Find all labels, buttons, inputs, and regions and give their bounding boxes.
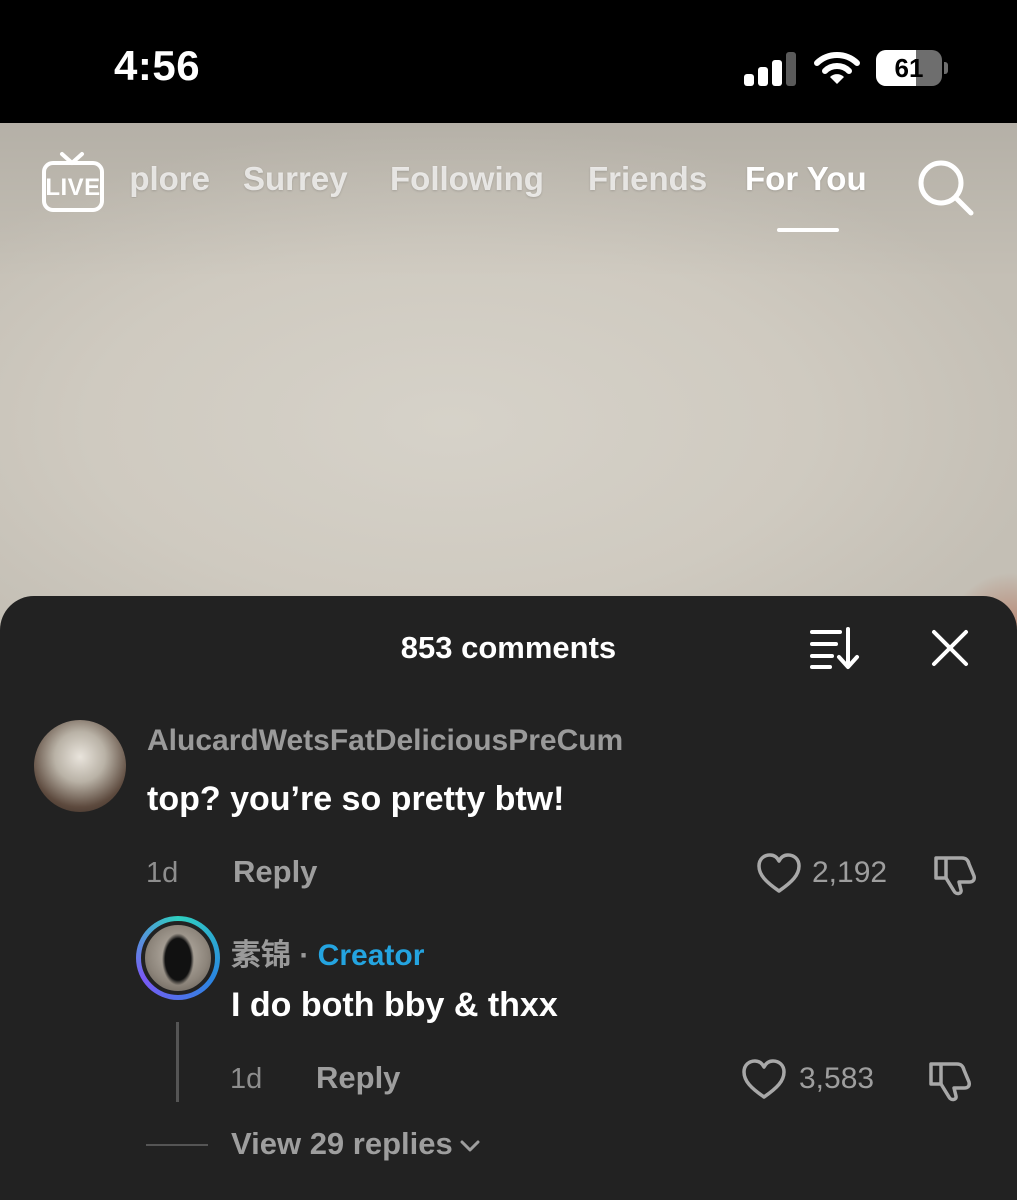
status-bar: 4:56 61 [0, 0, 1017, 123]
live-label: LIVE [45, 174, 101, 201]
reply-username[interactable]: 素锦 [231, 939, 291, 972]
chevron-down-icon [460, 1140, 480, 1152]
commenter-avatar[interactable] [34, 720, 126, 812]
comments-count-title: 853 comments [400, 630, 617, 665]
tab-for-you[interactable]: For You [745, 160, 867, 198]
cellular-signal-icon [744, 52, 796, 86]
author-separator: · [291, 939, 318, 972]
comment-reply-button[interactable]: Reply [233, 854, 317, 890]
battery-percent: 61 [894, 53, 924, 83]
commenter-username[interactable]: AlucardWetsFatDeliciousPreCum [147, 724, 623, 758]
top-navigation: LIVE plore Surrey Following Friends For … [0, 140, 1017, 240]
wifi-icon [814, 52, 860, 84]
live-button[interactable]: LIVE [40, 150, 106, 214]
close-icon[interactable] [928, 626, 972, 670]
comments-sheet: 853 comments AlucardWetsFatDeliciousPreC… [0, 596, 1017, 1200]
status-time: 4:56 [114, 42, 201, 89]
reply-reply-button[interactable]: Reply [316, 1060, 400, 1096]
reply-timestamp: 1d [230, 1063, 263, 1095]
active-tab-indicator [777, 228, 839, 232]
tab-friends[interactable]: Friends [588, 160, 707, 198]
thread-line [176, 1022, 179, 1102]
tab-surrey[interactable]: Surrey [243, 160, 348, 198]
reply-like-count: 3,583 [799, 1062, 875, 1095]
dislike-icon[interactable] [932, 852, 978, 896]
comment-timestamp: 1d [146, 857, 179, 889]
search-icon[interactable] [914, 156, 976, 218]
reply-author[interactable]: 素锦 · Creator [231, 930, 424, 974]
tab-explore[interactable]: plore [106, 160, 210, 198]
view-replies-divider [146, 1144, 208, 1146]
heart-icon[interactable] [756, 852, 802, 894]
view-replies-label: View 29 replies [231, 1126, 453, 1161]
heart-icon[interactable] [741, 1058, 787, 1100]
creator-avatar[interactable] [141, 921, 215, 995]
view-replies-button[interactable]: View 29 replies [231, 1126, 481, 1162]
creator-badge: Creator [317, 939, 425, 972]
tab-following[interactable]: Following [390, 160, 544, 198]
dislike-icon[interactable] [927, 1058, 973, 1102]
battery-icon: 61 [876, 50, 948, 86]
reply-text: I do both bby & thxx [231, 986, 558, 1024]
comment-text: top? you’re so pretty btw! [147, 780, 565, 818]
comment-like-count: 2,192 [812, 856, 888, 889]
sort-icon[interactable] [810, 626, 862, 670]
